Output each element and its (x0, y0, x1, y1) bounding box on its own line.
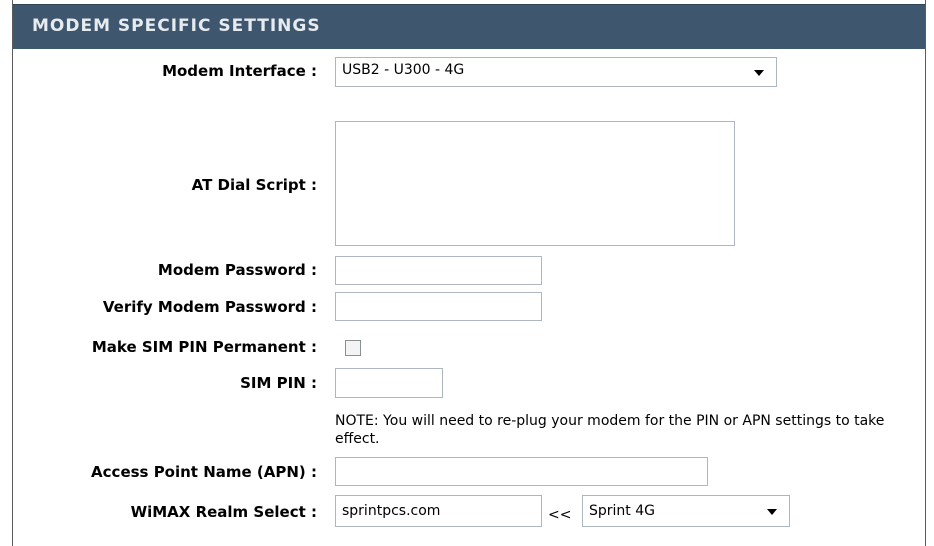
copy-realm-arrow: << (548, 507, 572, 523)
modem-settings-panel: MODEM SPECIFIC SETTINGS Modem Interface … (12, 0, 926, 546)
sim-pin-label: SIM PIN : (240, 374, 317, 392)
sim-pin-input[interactable] (335, 368, 443, 398)
chevron-down-icon (754, 70, 764, 76)
modem-password-input[interactable] (335, 256, 542, 285)
chevron-down-icon (767, 509, 777, 515)
wimax-realm-label: WiMAX Realm Select : (130, 503, 317, 521)
modem-interface-select[interactable]: USB2 - U300 - 4G (335, 57, 777, 87)
verify-modem-password-input[interactable] (335, 292, 542, 321)
sim-pin-permanent-checkbox[interactable] (345, 340, 361, 356)
section-header: MODEM SPECIFIC SETTINGS (13, 4, 925, 49)
pin-apn-note: NOTE: You will need to re-plug your mode… (335, 413, 885, 447)
section-title: MODEM SPECIFIC SETTINGS (32, 16, 321, 36)
modem-interface-label: Modem Interface : (162, 62, 317, 80)
apn-label: Access Point Name (APN) : (91, 463, 317, 481)
wimax-realm-input[interactable]: sprintpcs.com (335, 495, 542, 527)
modem-password-label: Modem Password : (157, 261, 317, 279)
wimax-realm-select-value: Sprint 4G (589, 503, 655, 519)
at-dial-script-label: AT Dial Script : (191, 176, 317, 194)
verify-modem-password-label: Verify Modem Password : (102, 298, 317, 316)
make-sim-pin-permanent-label: Make SIM PIN Permanent : (91, 338, 317, 356)
apn-input[interactable] (335, 457, 708, 486)
modem-interface-value: USB2 - U300 - 4G (342, 62, 465, 78)
at-dial-script-textarea[interactable] (335, 121, 735, 246)
wimax-realm-select[interactable]: Sprint 4G (582, 495, 790, 527)
